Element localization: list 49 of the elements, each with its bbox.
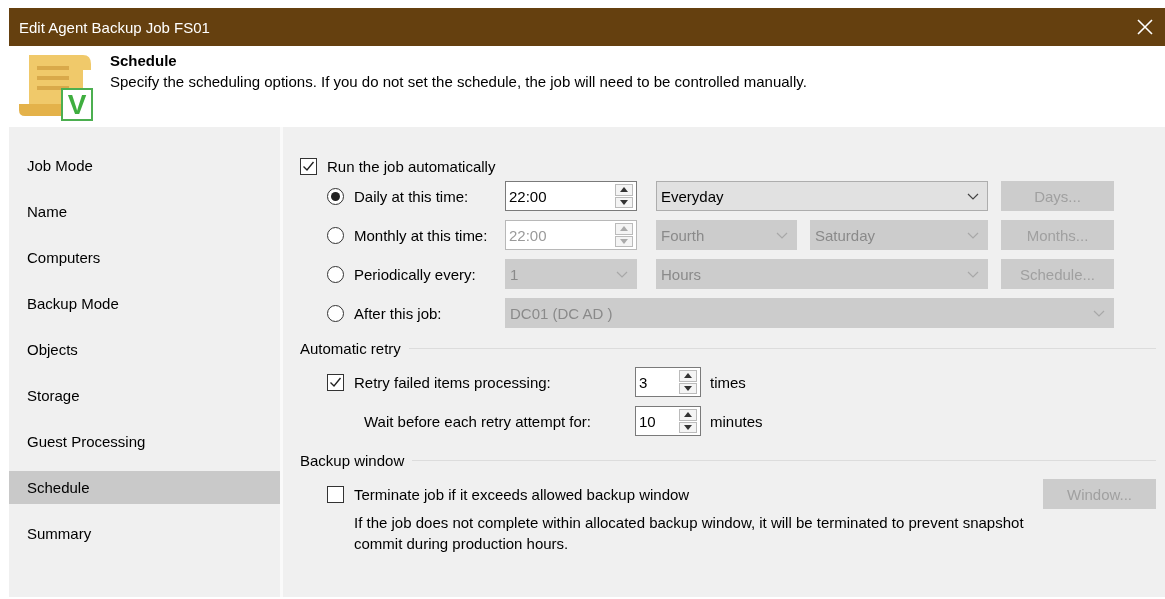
spinner-field[interactable]: 22:00 bbox=[505, 181, 637, 211]
radio-button[interactable] bbox=[327, 226, 344, 244]
unit-label: minutes bbox=[710, 412, 763, 430]
radio-label: Monthly at this time: bbox=[354, 226, 488, 244]
sidebar-item[interactable]: Storage bbox=[9, 379, 280, 412]
sidebar-item[interactable]: Name bbox=[9, 195, 280, 228]
radio-label: Periodically every: bbox=[354, 265, 476, 283]
checkbox-label: Run the job automatically bbox=[327, 157, 496, 175]
down-arrow-icon[interactable] bbox=[684, 424, 692, 430]
sidebar-item[interactable]: Objects bbox=[9, 333, 280, 366]
sidebar-item[interactable]: Computers bbox=[9, 241, 280, 274]
page-description: Specify the scheduling options. If you do not set the schedule, the job will need to be controlled manually. bbox=[110, 73, 807, 90]
chevron-icon bbox=[967, 270, 979, 278]
close-icon[interactable] bbox=[1137, 19, 1153, 35]
radio-button[interactable] bbox=[327, 265, 344, 283]
page-title: Schedule bbox=[110, 52, 178, 69]
sidebar-item[interactable]: Summary bbox=[9, 517, 280, 550]
checkbox[interactable] bbox=[300, 157, 317, 175]
radio-button[interactable] bbox=[327, 304, 344, 322]
note-text: If the job does not complete within allocated backup window, it will be terminated to prevent snapshot commit during production hours. bbox=[354, 513, 1025, 554]
sidebar-item[interactable]: Backup Mode bbox=[9, 287, 280, 320]
checkbox-label: Terminate job if it exceeds allowed backup window bbox=[354, 485, 690, 503]
down-arrow-icon[interactable] bbox=[684, 385, 692, 391]
chevron-icon bbox=[616, 270, 628, 278]
radio-label: After this job: bbox=[354, 304, 442, 322]
checkbox[interactable] bbox=[327, 373, 344, 391]
field-label: Wait before each retry attempt for: bbox=[364, 412, 592, 430]
down-arrow-icon[interactable] bbox=[620, 199, 628, 205]
up-arrow-icon[interactable] bbox=[684, 373, 692, 379]
dropdown[interactable]: Everyday bbox=[656, 181, 988, 211]
window-title: Edit Agent Backup Job FS01 bbox=[19, 18, 210, 36]
checkbox-label: Retry failed items processing: bbox=[354, 373, 551, 391]
chevron-icon bbox=[967, 231, 979, 239]
checkbox[interactable] bbox=[327, 485, 344, 503]
chevron-icon bbox=[1093, 309, 1105, 317]
up-arrow-icon[interactable] bbox=[620, 187, 628, 193]
section-title: Automatic retry bbox=[300, 339, 401, 357]
sidebar-item[interactable]: Guest Processing bbox=[9, 425, 280, 458]
spinner-field[interactable]: 10 bbox=[635, 406, 701, 436]
radio-button[interactable] bbox=[327, 187, 344, 205]
sidebar-item[interactable]: Schedule bbox=[9, 471, 280, 504]
spinner-field[interactable]: 3 bbox=[635, 367, 701, 397]
radio-label: Daily at this time: bbox=[354, 187, 469, 205]
unit-label: times bbox=[710, 373, 746, 391]
up-arrow-icon[interactable] bbox=[684, 412, 692, 418]
section-title: Backup window bbox=[300, 451, 405, 469]
chevron-icon bbox=[967, 192, 979, 200]
chevron-icon bbox=[776, 231, 788, 239]
sidebar-item[interactable]: Job Mode bbox=[9, 149, 280, 182]
